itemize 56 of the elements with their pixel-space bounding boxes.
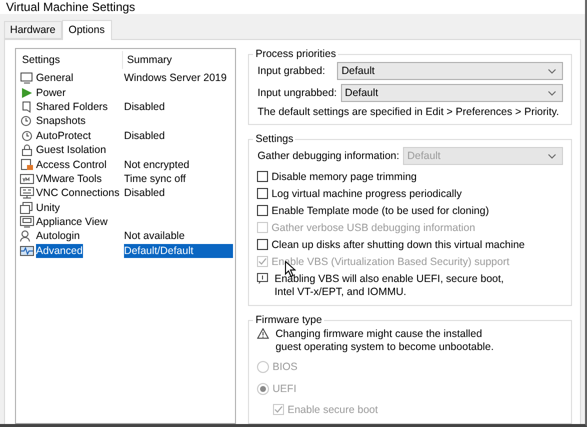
summary-text: Windows Server 2019 <box>124 71 228 86</box>
chevron-down-icon <box>548 154 556 158</box>
summary-text: Default/Default <box>124 244 234 258</box>
checkmark-icon <box>274 405 284 414</box>
info-icon <box>257 273 268 284</box>
info-text: Enabling VBS will also enable UEFI, secure boot, Intel VT-x/EPT, and IOMMU. <box>274 273 504 299</box>
checkbox-option[interactable]: Clean up disks after shutting down this virtual machine <box>257 237 563 252</box>
list-item[interactable]: Advanced <box>36 244 83 258</box>
summary-text: Not available <box>124 229 186 244</box>
list-item[interactable]: AutoProtect <box>36 128 91 143</box>
monitor-icon <box>20 216 34 228</box>
warning-text: Changing firmware might cause the installed guest operating system to become unbootable. <box>275 328 495 354</box>
group-title: Firmware type <box>254 314 323 326</box>
windows-icon <box>20 202 34 214</box>
summary-text: Disabled <box>124 128 166 143</box>
vm-icon <box>20 172 34 185</box>
list-item[interactable]: Snapshots <box>36 114 86 128</box>
waveform-icon <box>20 244 34 257</box>
group-title: Settings <box>254 133 294 145</box>
clock-icon <box>20 115 34 128</box>
summary-text: Disabled <box>124 100 166 114</box>
note-text: The default settings are specified in Edit > Preferences > Priority. <box>257 106 559 118</box>
list-item[interactable]: Autologin <box>36 229 80 244</box>
chevron-down-icon <box>548 68 556 74</box>
dropdown[interactable]: Default <box>337 62 563 80</box>
summary-text: Time sync off <box>124 172 187 186</box>
checkbox-option[interactable]: Disable memory page trimming <box>257 169 563 184</box>
monitor-icon <box>20 72 34 84</box>
dropdown[interactable]: Default <box>340 84 563 102</box>
column-header[interactable]: Settings <box>18 51 123 69</box>
checkmark-icon <box>258 257 268 266</box>
play-icon <box>20 86 34 99</box>
summary-text: Disabled <box>124 186 166 200</box>
warning-icon <box>257 328 270 339</box>
chevron-down-icon <box>548 90 556 96</box>
list-item[interactable]: Access Control <box>36 158 107 172</box>
tab[interactable]: Hardware <box>4 21 62 39</box>
summary-text: Not encrypted <box>124 158 190 172</box>
list-item[interactable]: VNC Connections <box>36 186 120 200</box>
tab[interactable]: Options <box>62 20 112 40</box>
field-label: Input ungrabbed: <box>257 87 337 99</box>
list-item[interactable]: General <box>36 71 74 86</box>
window-title: Virtual Machine Settings <box>0 0 585 14</box>
column-header[interactable]: Summary <box>123 51 234 69</box>
group-title: Process priorities <box>254 48 337 60</box>
list-item[interactable]: Guest Isolation <box>36 143 106 158</box>
checkbox-option[interactable]: Enable Template mode (to be used for cloning) <box>257 203 563 218</box>
list-item[interactable]: VMware Tools <box>36 172 102 186</box>
list-item[interactable]: Unity <box>36 200 60 215</box>
clock-icon <box>20 130 34 142</box>
list-item[interactable]: Shared Folders <box>36 100 108 114</box>
field-label: Gather debugging information: <box>257 150 400 162</box>
field-label: Input grabbed: <box>257 65 326 77</box>
list-item[interactable]: Power <box>36 86 66 100</box>
checkbox-option[interactable]: Log virtual machine progress periodically <box>257 186 563 201</box>
list-item[interactable]: Appliance View <box>36 215 108 230</box>
